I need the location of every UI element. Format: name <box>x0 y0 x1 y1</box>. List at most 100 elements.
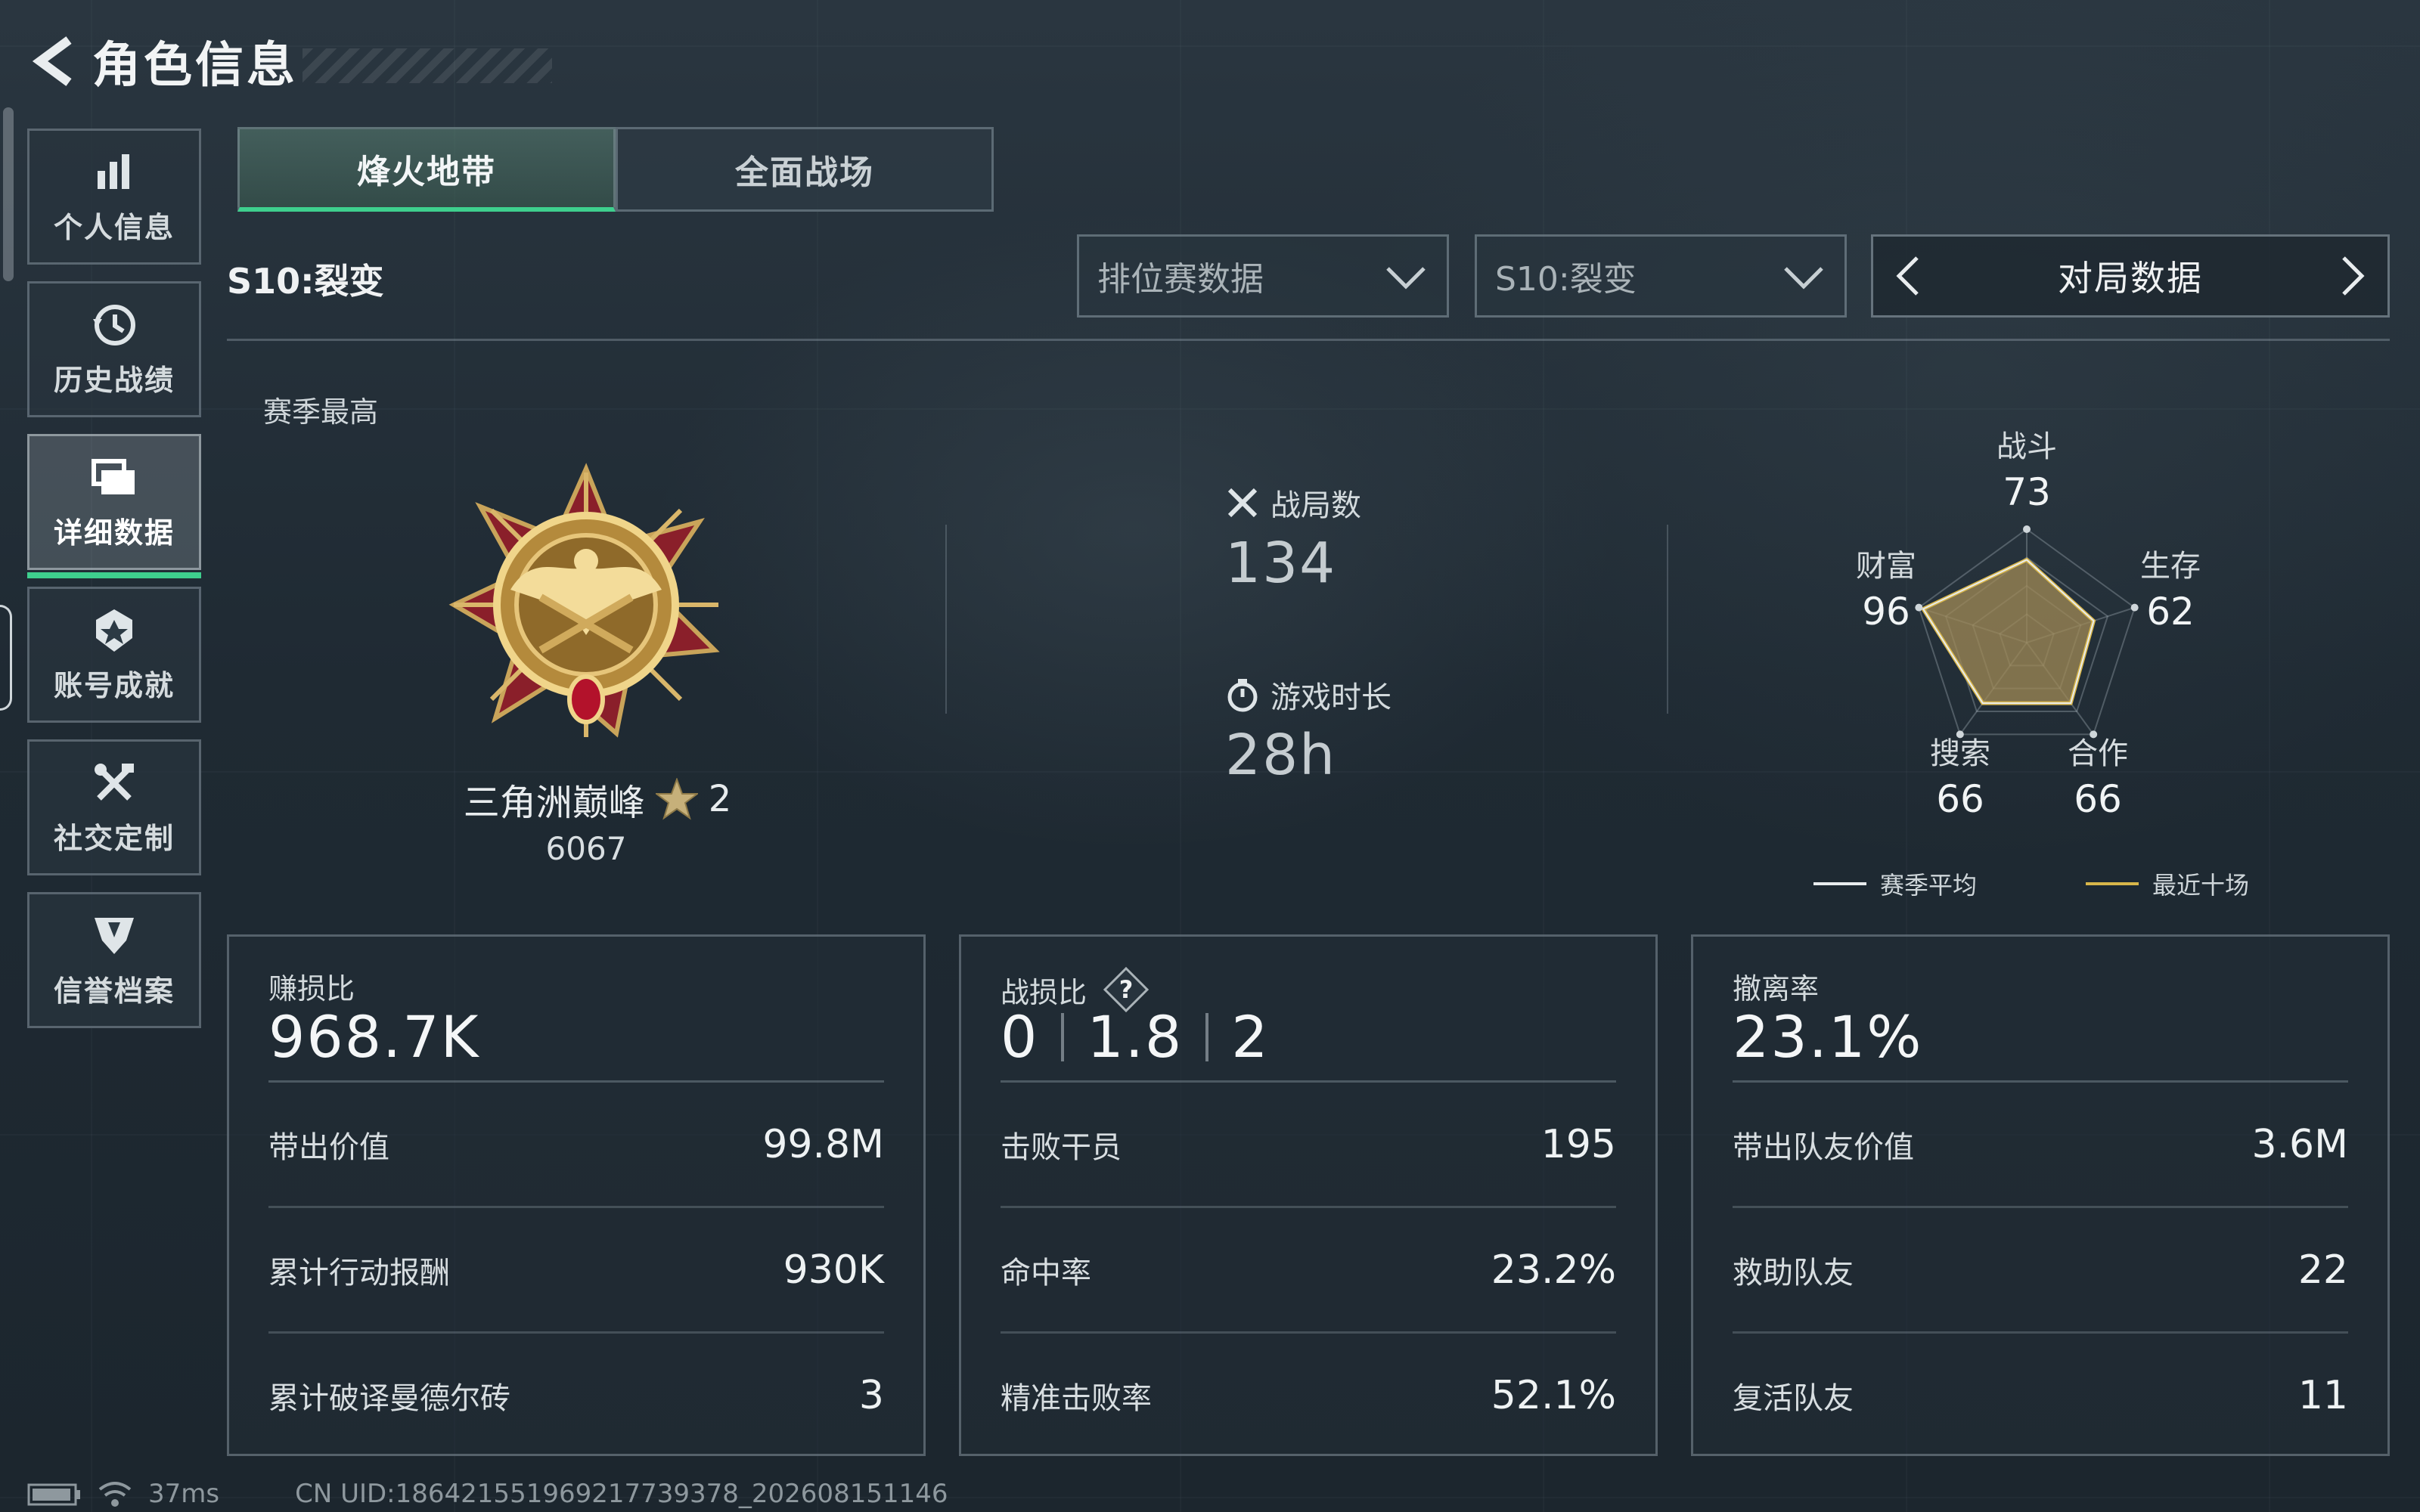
sidebar-item-history[interactable]: 历史战绩 <box>27 281 201 417</box>
stat-label: 命中率 <box>1001 1256 1091 1290</box>
radar-axis-value: 62 <box>2146 590 2195 634</box>
legend-season-avg: 赛季平均 <box>1813 866 1977 901</box>
kd-value-right: 2 <box>1231 1003 1270 1070</box>
shield-icon <box>90 912 138 960</box>
stat-row: 累计破译曼德尔砖 3 <box>268 1333 884 1458</box>
stat-label: 累计行动报酬 <box>268 1256 450 1290</box>
season-label: S10:裂变 <box>227 261 384 302</box>
kill-death-card: 战损比 ? 0 1.8 2 击败干员 195 命中率 23.2% 精准击败率 5… <box>959 934 1658 1456</box>
profit-loss-card: 赚损比 968.7K 带出价值 99.8M 累计行动报酬 930K 累计破译曼德… <box>227 934 926 1456</box>
tab-hazard-zone[interactable]: 烽火地带 <box>237 127 616 212</box>
tab-full-battlefield[interactable]: 全面战场 <box>616 127 994 212</box>
stat-value: 99.8M <box>762 1122 884 1167</box>
radar-vertex-dot <box>2023 525 2031 533</box>
stat-value: 11 <box>2297 1373 2348 1418</box>
stat-row: 精准击败率 52.1% <box>1001 1333 1616 1458</box>
battery-icon <box>27 1483 80 1506</box>
stat-label: 带出队友价值 <box>1733 1130 1914 1165</box>
radar-axis-search: 搜索 66 <box>1900 729 2021 821</box>
stat-value: 3.6M <box>2251 1122 2348 1167</box>
svg-text:?: ? <box>1119 975 1134 1004</box>
season-value: S10:裂变 <box>1495 260 1637 299</box>
rank-stars: 2 <box>708 778 732 820</box>
sidebar-item-label: 历史战绩 <box>53 363 175 397</box>
radar-axis-value: 96 <box>1862 590 1910 634</box>
season-dropdown[interactable]: S10:裂变 <box>1475 234 1847 318</box>
kd-value-left: 0 <box>1001 1003 1039 1070</box>
radar-axis-name: 战斗 <box>1996 429 2057 464</box>
page-title: 角色信息 <box>92 38 298 94</box>
stat-row: 击败干员 195 <box>1001 1082 1616 1207</box>
chevron-right-icon[interactable] <box>2338 253 2368 299</box>
sidebar-item-achievements[interactable]: 账号成就 <box>27 587 201 723</box>
sidebar-item-personal-info[interactable]: 个人信息 <box>27 129 201 265</box>
stat-value: 22 <box>2297 1247 2348 1293</box>
stat-row: 命中率 23.2% <box>1001 1207 1616 1333</box>
folder-icon <box>90 454 138 502</box>
sidebar: 个人信息 历史战绩 详细数据 账号成就 社交定制 信誉档案 <box>27 129 201 1045</box>
ability-radar: 战斗 73 生存 62 合作 66 搜索 66 财富 96 <box>1785 408 2269 832</box>
sidebar-scrollbar[interactable] <box>3 107 14 281</box>
tools-icon <box>90 759 138 807</box>
ping-value: 37ms <box>148 1479 220 1509</box>
bar-chart-icon <box>90 148 138 197</box>
radar-axis-name: 生存 <box>2140 549 2201 584</box>
legend-swatch <box>2086 882 2139 885</box>
radar-axis-wealth: 财富 96 <box>1826 541 1947 634</box>
view-switcher: 对局数据 <box>1871 234 2390 318</box>
stopwatch-icon <box>1227 679 1258 712</box>
kd-value-mid: 1.8 <box>1087 1003 1184 1070</box>
stat-row: 带出队友价值 3.6M <box>1733 1082 2348 1207</box>
radar-series-recent <box>1920 557 2096 705</box>
title-decoration <box>302 48 552 83</box>
legend-label: 赛季平均 <box>1880 871 1978 900</box>
stat-row: 带出价值 99.8M <box>268 1082 884 1207</box>
radar-axis-value: 66 <box>2074 777 2122 821</box>
sidebar-item-detailed-data[interactable]: 详细数据 <box>27 434 201 578</box>
stat-label: 救助队友 <box>1733 1256 1854 1290</box>
card-title: 撤离率 <box>1733 972 1820 1005</box>
kd-separator <box>1205 1012 1209 1061</box>
radar-axis-combat: 战斗 73 <box>1966 422 2087 514</box>
stat-label: 击败干员 <box>1001 1130 1122 1165</box>
status-footer: 37ms CN UID:186421551969217739378_202608… <box>27 1477 948 1510</box>
data-type-dropdown[interactable]: 排位赛数据 <box>1077 234 1449 318</box>
extraction-rate-card: 撤离率 23.1% 带出队友价值 3.6M 救助队友 22 复活队友 11 <box>1691 934 2390 1456</box>
playtime-stat: 游戏时长 28h <box>1225 673 1392 788</box>
vertical-divider <box>945 525 947 714</box>
matches-label: 战局数 <box>1270 488 1361 523</box>
stat-row: 救助队友 22 <box>1733 1207 2348 1333</box>
card-title: 赚损比 <box>268 972 355 1005</box>
sidebar-item-social[interactable]: 社交定制 <box>27 739 201 875</box>
side-handle[interactable] <box>0 605 12 711</box>
uid-text: CN UID:186421551969217739378_20260815114… <box>295 1479 948 1509</box>
playtime-value: 28h <box>1225 723 1337 788</box>
history-icon <box>90 301 138 349</box>
chevron-down-icon <box>1784 267 1823 290</box>
rank-name: 三角洲巅峰 <box>463 782 645 824</box>
section-divider <box>227 339 2390 341</box>
stat-value: 3 <box>858 1373 884 1418</box>
rank-name-row: 三角洲巅峰 2 <box>439 773 756 826</box>
legend-recent-ten: 最近十场 <box>2086 866 2249 901</box>
back-arrow-icon[interactable] <box>27 31 80 91</box>
radar-axis-value: 66 <box>1936 777 1984 821</box>
radar-axis-name: 合作 <box>2068 736 2128 771</box>
crossed-swords-icon <box>1227 488 1258 518</box>
kd-values: 0 1.8 2 <box>1001 1003 1270 1070</box>
sidebar-item-label: 详细数据 <box>53 516 175 550</box>
radar-axis-name: 财富 <box>1856 549 1916 584</box>
stat-value: 23.2% <box>1491 1247 1616 1293</box>
playtime-label: 游戏时长 <box>1270 680 1392 715</box>
radar-axis-value: 73 <box>2003 470 2051 514</box>
matches-value: 134 <box>1225 531 1337 596</box>
radar-axis-cooperation: 合作 66 <box>2037 729 2158 821</box>
wifi-icon <box>98 1482 132 1507</box>
stat-value: 195 <box>1540 1122 1616 1167</box>
rank-badge-emblem <box>439 461 734 748</box>
stat-value: 52.1% <box>1491 1373 1616 1418</box>
stat-label: 带出价值 <box>268 1130 389 1165</box>
chevron-left-icon[interactable] <box>1893 253 1923 299</box>
sidebar-item-reputation[interactable]: 信誉档案 <box>27 892 201 1028</box>
card-main-value: 23.1% <box>1733 1003 1923 1070</box>
